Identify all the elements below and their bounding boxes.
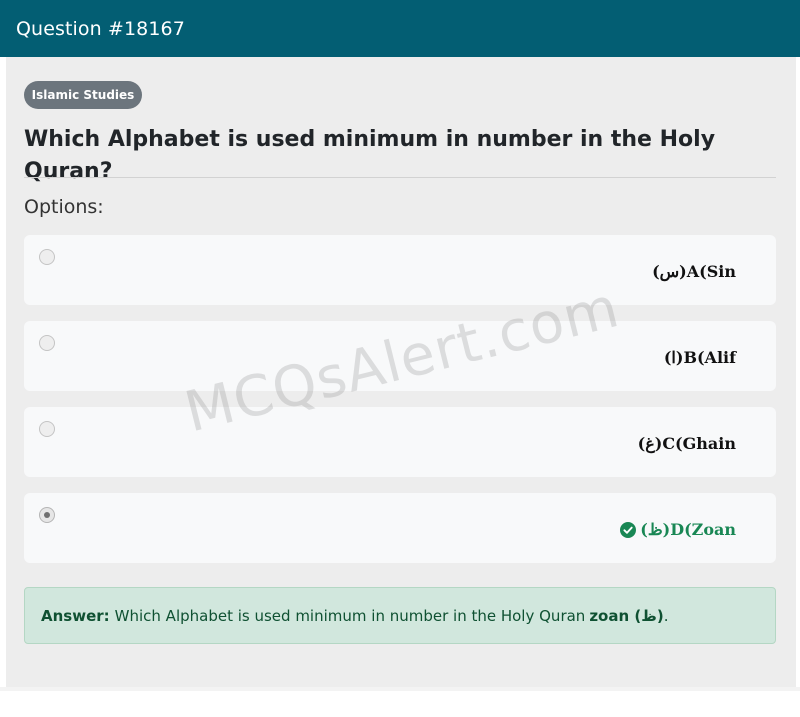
option-d-label: (ظ)D(Zoan [640,520,736,539]
divider [24,177,776,178]
option-b-radio[interactable] [39,335,55,351]
question-text: Which Alphabet is used minimum in number… [24,127,716,184]
option-b[interactable]: (ا)B(Alif [24,321,776,391]
option-d-text: (ظ)D(Zoan [620,520,736,539]
question-header: Question #18167 [0,0,800,57]
answer-suffix: . [663,606,669,625]
option-b-text: (ا)B(Alif [664,348,736,367]
answer-text: Which Alphabet is used minimum in number… [114,606,586,625]
option-c[interactable]: (غ)C(Ghain [24,407,776,477]
answer-value: zoan (ظ) [589,606,664,625]
option-c-radio[interactable] [39,421,55,437]
question-number-title: Question #18167 [16,17,185,40]
option-b-label: (ا)B(Alif [663,348,736,367]
answer-label: Answer: [41,606,110,625]
category-badge[interactable]: Islamic Studies [24,81,142,109]
options-label: Options: [24,196,104,218]
option-c-label: (غ)C(Ghain [637,434,736,453]
option-a[interactable]: (س)A(Sin [24,235,776,305]
answer-alert: Answer: Which Alphabet is used minimum i… [24,587,776,644]
check-circle-icon [620,521,637,538]
option-c-text: (غ)C(Ghain [638,434,736,453]
option-a-text: (س)A(Sin [652,262,736,281]
category-badge-label: Islamic Studies [31,88,135,102]
option-d-radio[interactable] [39,507,55,523]
option-a-label: (س)A(Sin [652,262,736,281]
card-bottom-border [0,687,800,691]
option-a-radio[interactable] [39,249,55,265]
option-d[interactable]: (ظ)D(Zoan [24,493,776,563]
